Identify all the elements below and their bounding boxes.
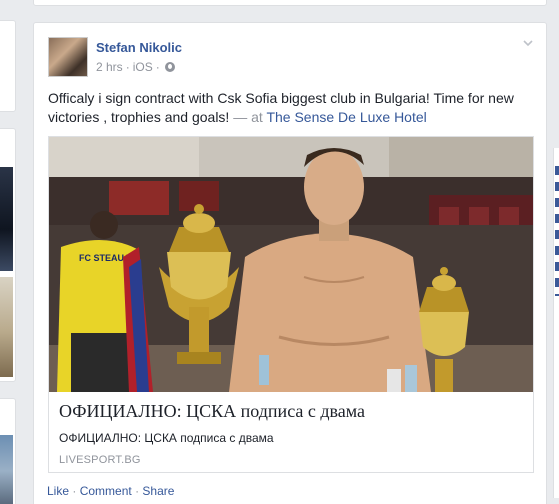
left-thumbnail[interactable] (0, 435, 13, 504)
link-preview[interactable]: FC STEAUA ОФИЦИАЛНО: ЦСКА подписа с двам… (48, 136, 534, 473)
action-separator: · (135, 484, 140, 498)
left-thumbnail[interactable] (0, 167, 13, 271)
left-column-card (0, 20, 16, 112)
post-meta: 2 hrs · iOS · (96, 60, 175, 74)
comment-button[interactable]: Comment (80, 484, 132, 498)
left-column-card (0, 398, 16, 504)
author-name[interactable]: Stefan Nikolic (96, 40, 182, 55)
meta-separator: · (125, 60, 130, 74)
globe-icon[interactable] (164, 62, 175, 72)
link-preview-title[interactable]: ОФИЦИАЛНО: ЦСКА подписа с двама (59, 401, 365, 422)
post-time[interactable]: 2 hrs (96, 60, 123, 74)
feed-post: Stefan Nikolic 2 hrs · iOS · Officaly i … (33, 22, 547, 504)
previous-post-card (33, 0, 547, 6)
link-preview-description: ОФИЦИАЛНО: ЦСКА подписа с двама (59, 431, 274, 445)
post-at-label: — at (233, 109, 263, 125)
left-column-card (0, 128, 16, 382)
post-actions: Like · Comment · Share (47, 484, 174, 498)
action-separator: · (72, 484, 77, 498)
post-place-link[interactable]: The Sense De Luxe Hotel (266, 109, 426, 125)
share-button[interactable]: Share (142, 484, 174, 498)
chevron-down-icon[interactable] (522, 37, 534, 49)
right-column-links[interactable] (555, 166, 559, 296)
meta-separator: · (155, 60, 160, 74)
left-thumbnail[interactable] (0, 277, 13, 377)
link-preview-image[interactable]: FC STEAUA (49, 137, 533, 392)
author-avatar[interactable] (48, 37, 88, 77)
post-platform: iOS (132, 60, 153, 74)
link-preview-domain: LIVESPORT.BG (59, 454, 141, 466)
post-message: Officaly i sign contract with Csk Sofia … (48, 89, 536, 127)
like-button[interactable]: Like (47, 484, 69, 498)
